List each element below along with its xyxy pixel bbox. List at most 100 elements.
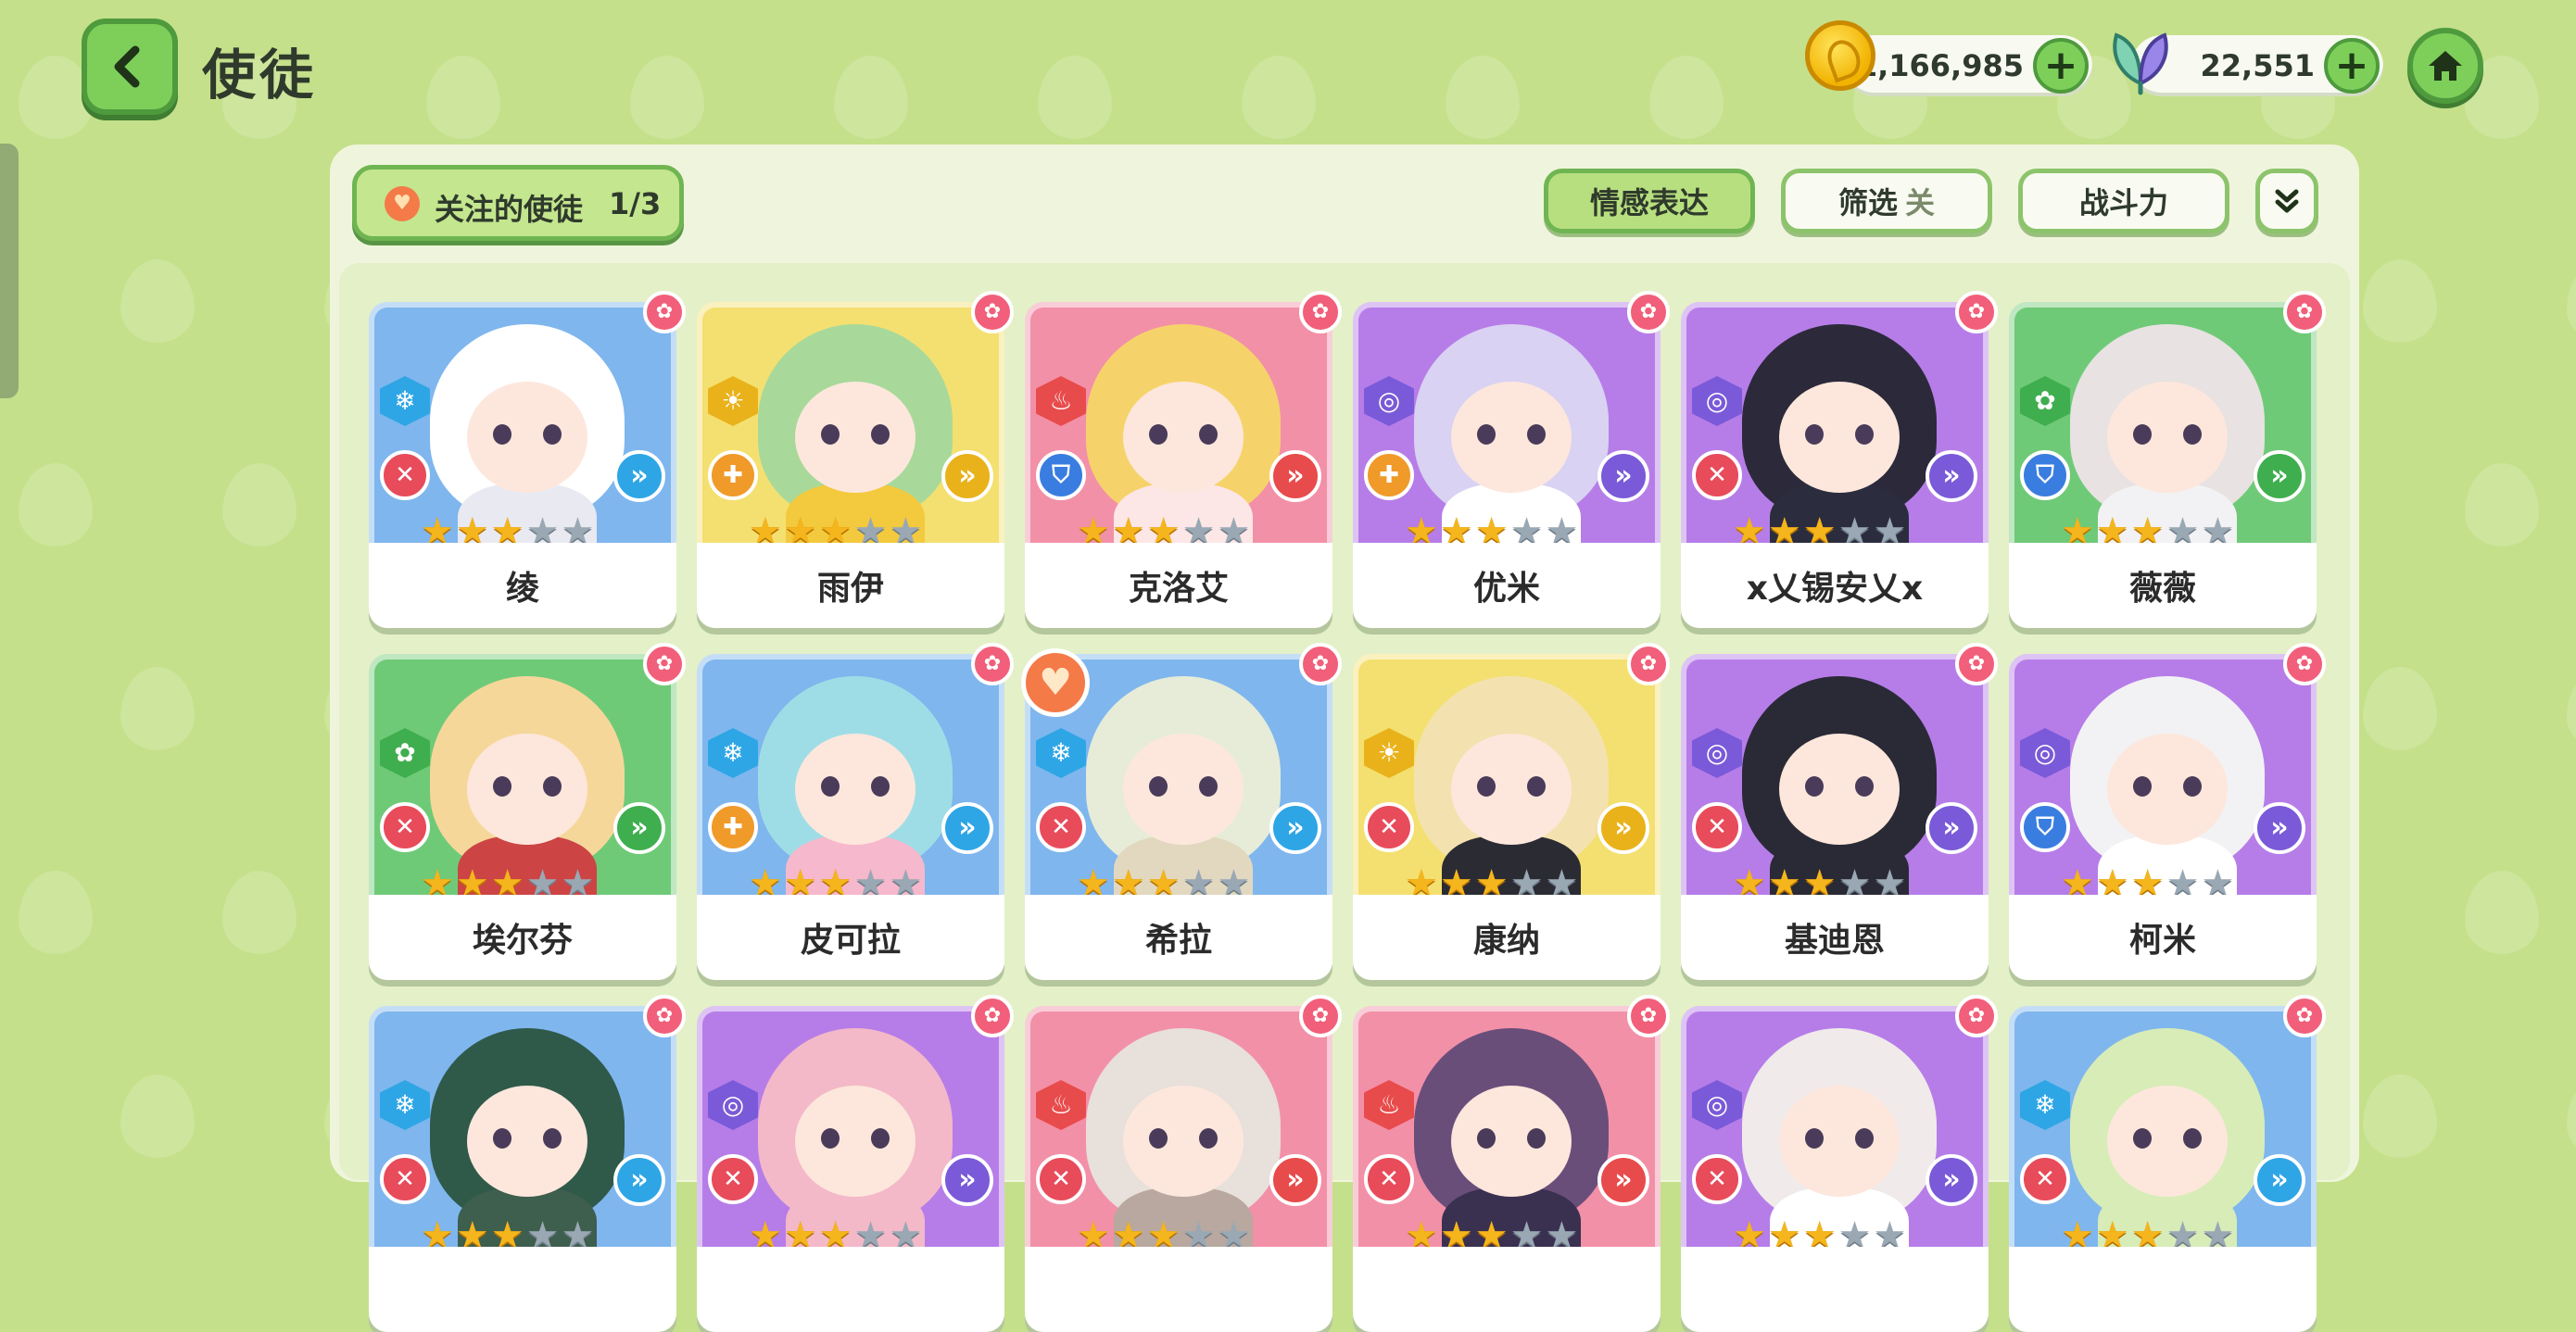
character-card[interactable]: ❄ ✚» ★ ★ ★ ★ ★ 皮可拉 ✿ [697, 643, 1014, 980]
flower-badge-icon[interactable]: ✿ [643, 995, 686, 1037]
chibi-eye [543, 424, 562, 445]
side-drawer-handle[interactable] [0, 144, 19, 398]
character-card[interactable]: ✿ ⛉» ★ ★ ★ ★ ★ 薇薇 ✿ [2009, 291, 2326, 628]
attack-role-icon: ✕ [1036, 1154, 1086, 1204]
flower-badge-icon[interactable]: ✿ [1299, 291, 1342, 333]
class-arrow-icon: » [1597, 802, 1649, 854]
chibi-eye [871, 424, 890, 445]
flower-badge-icon[interactable]: ✿ [643, 291, 686, 333]
character-card[interactable]: ❄ ✕» ★ ★ ★ ★ ★ ✿ [369, 995, 686, 1332]
chibi-eye [543, 776, 562, 797]
character-card[interactable]: ☀ ✕» ★ ★ ★ ★ ★ 康纳 ✿ [1353, 643, 1670, 980]
character-portrait [1025, 1006, 1332, 1247]
attack-role-icon: ✕ [708, 1154, 758, 1204]
leaf-pattern-icon [1242, 56, 1316, 139]
followed-characters-button[interactable]: ♥ 关注的使徒 1/3 [352, 165, 684, 241]
chibi-eye [1199, 424, 1218, 445]
flower-badge-icon[interactable]: ✿ [1299, 995, 1342, 1037]
class-arrow-icon: » [613, 802, 665, 854]
class-arrow-icon: » [1597, 1154, 1649, 1206]
character-card[interactable]: ♨ ✕» ★ ★ ★ ★ ★ ✿ [1353, 995, 1670, 1332]
chibi-face [1451, 1086, 1572, 1197]
character-card[interactable]: ❄ ✕» ★ ★ ★ ★ ★ ✿ [2009, 995, 2326, 1332]
class-arrow-icon: » [613, 450, 665, 502]
character-portrait [2009, 654, 2317, 895]
flower-badge-icon[interactable]: ✿ [643, 643, 686, 685]
character-card[interactable]: ✿ ✕» ★ ★ ★ ★ ★ 埃尔芬 ✿ [369, 643, 686, 980]
character-card[interactable]: ◎ ✚» ★ ★ ★ ★ ★ 优米 ✿ [1353, 291, 1670, 628]
character-card[interactable]: ♨ ✕» ★ ★ ★ ★ ★ ✿ [1025, 995, 1342, 1332]
chibi-face [795, 382, 915, 493]
class-arrow-icon: » [1269, 802, 1321, 854]
attack-role-icon: ✕ [380, 1154, 430, 1204]
chibi-eye [2183, 424, 2202, 445]
character-portrait [1353, 1006, 1661, 1247]
flower-badge-icon[interactable]: ✿ [1627, 995, 1670, 1037]
flower-badge-icon[interactable]: ✿ [1299, 643, 1342, 685]
flower-badge-icon[interactable]: ✿ [1627, 643, 1670, 685]
flower-badge-icon[interactable]: ✿ [971, 995, 1014, 1037]
flower-badge-icon[interactable]: ✿ [971, 643, 1014, 685]
chibi-face [1451, 382, 1572, 493]
sort-power-button[interactable]: 战斗力 [2018, 169, 2229, 233]
flower-badge-icon[interactable]: ✿ [1955, 291, 1998, 333]
leaf-pattern-icon [222, 463, 297, 547]
emotion-expression-button[interactable]: 情感表达 [1544, 169, 1755, 233]
chibi-eye [1477, 424, 1496, 445]
class-arrow-icon: » [613, 1154, 665, 1206]
flower-badge-icon[interactable]: ✿ [971, 291, 1014, 333]
add-gold-button[interactable]: + [2033, 38, 2089, 94]
chibi-face [2107, 1086, 2228, 1197]
expand-sort-button[interactable] [2255, 169, 2318, 233]
attack-role-icon: ✕ [1036, 802, 1086, 852]
leaf-pattern-icon [120, 667, 195, 750]
back-button[interactable] [82, 19, 178, 115]
character-card[interactable]: ❄ ✕» ★ ★ ★ ★ ★ 绫 ✿ [369, 291, 686, 628]
chibi-eye [543, 1128, 562, 1149]
leaf-pattern-icon [120, 259, 195, 343]
leaf-pattern-icon [2567, 259, 2576, 343]
chibi-eye [1527, 424, 1546, 445]
character-name [1681, 1247, 1989, 1332]
character-portrait [697, 302, 1004, 543]
character-portrait [1025, 302, 1332, 543]
favorite-heart-icon[interactable]: ♥ [1021, 648, 1090, 717]
flower-badge-icon[interactable]: ✿ [1627, 291, 1670, 333]
character-card[interactable]: ◎ ⛉» ★ ★ ★ ★ ★ 柯米 ✿ [2009, 643, 2326, 980]
attack-role-icon: ✕ [380, 802, 430, 852]
heal-role-icon: ✚ [708, 450, 758, 500]
add-gem-button[interactable]: + [2324, 38, 2380, 94]
character-card[interactable]: ☀ ✚» ★ ★ ★ ★ ★ 雨伊 ✿ [697, 291, 1014, 628]
chibi-eye [2183, 776, 2202, 797]
character-portrait [1681, 654, 1989, 895]
chibi-eye [493, 776, 511, 797]
character-portrait [369, 1006, 676, 1247]
class-arrow-icon: » [1269, 1154, 1321, 1206]
class-arrow-icon: » [2254, 450, 2305, 502]
filter-button[interactable]: 筛选关 [1781, 169, 1992, 233]
flower-badge-icon[interactable]: ✿ [2283, 643, 2326, 685]
character-card[interactable]: ❄ ✕» ★ ★ ★ ★ ★ 希拉 ✿ ♥ [1021, 643, 1342, 980]
character-name: 绫 [369, 543, 676, 628]
flower-badge-icon[interactable]: ✿ [2283, 995, 2326, 1037]
leaf-gem-icon [2113, 32, 2168, 95]
chibi-face [795, 734, 915, 845]
character-card[interactable]: ♨ ⛉» ★ ★ ★ ★ ★ 克洛艾 ✿ [1025, 291, 1342, 628]
flower-badge-icon[interactable]: ✿ [1955, 995, 1998, 1037]
class-arrow-icon: » [1926, 802, 1977, 854]
gem-amount: 22,551 [2200, 48, 2315, 83]
home-button[interactable] [2407, 28, 2483, 104]
attack-role-icon: ✕ [2020, 1154, 2070, 1204]
chibi-eye [1149, 776, 1168, 797]
character-name: 柯米 [2009, 895, 2317, 980]
gold-counter: 1,166,985 + [1844, 35, 2092, 96]
flower-badge-icon[interactable]: ✿ [2283, 291, 2326, 333]
chibi-eye [1855, 1128, 1874, 1149]
character-card[interactable]: ◎ ✕» ★ ★ ★ ★ ★ ✿ [1681, 995, 1998, 1332]
character-card[interactable]: ◎ ✕» ★ ★ ★ ★ ★ ✿ [697, 995, 1014, 1332]
flower-badge-icon[interactable]: ✿ [1955, 643, 1998, 685]
character-name: 薇薇 [2009, 543, 2317, 628]
chibi-face [467, 734, 587, 845]
character-card[interactable]: ◎ ✕» ★ ★ ★ ★ ★ 基迪恩 ✿ [1681, 643, 1998, 980]
character-card[interactable]: ◎ ✕» ★ ★ ★ ★ ★ x乂锡安乂x ✿ [1681, 291, 1998, 628]
